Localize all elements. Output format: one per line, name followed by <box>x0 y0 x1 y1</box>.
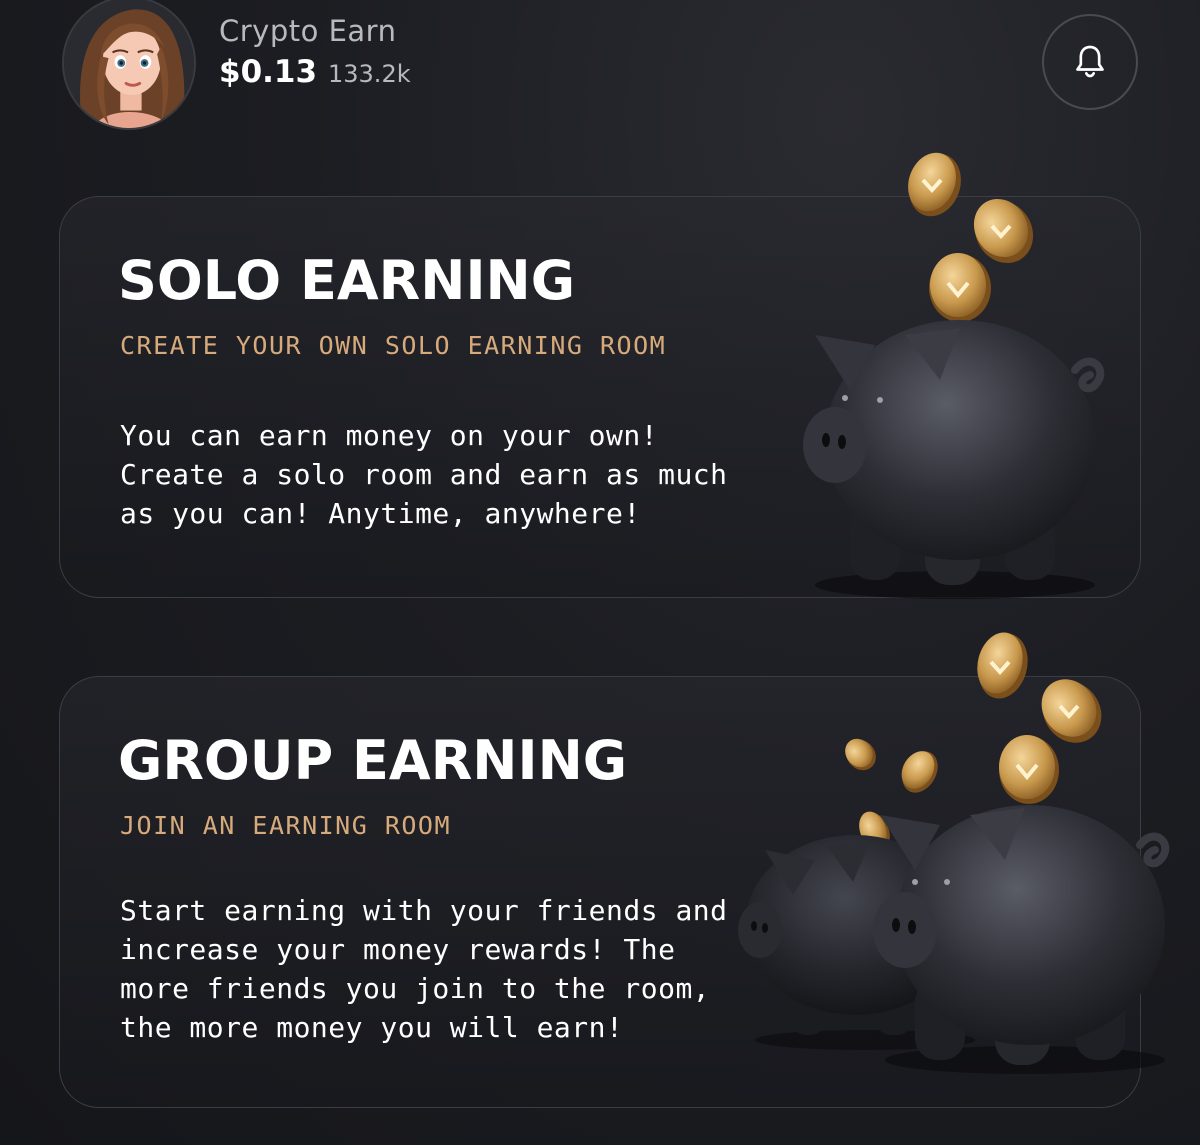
card-subtitle: CREATE YOUR OWN SOLO EARNING ROOM <box>120 331 667 360</box>
avatar[interactable] <box>62 0 196 130</box>
card-subtitle: JOIN AN EARNING ROOM <box>120 811 452 840</box>
card-description: You can earn money on your own! Create a… <box>120 419 728 530</box>
bell-icon <box>1076 45 1104 78</box>
app-header: Crypto Earn $0.13 133.2k <box>0 0 1200 150</box>
card-title: SOLO EARNING <box>118 249 576 312</box>
balance-amount: $0.13 <box>219 54 318 90</box>
card-description: Start earning with your friends and incr… <box>120 894 728 1044</box>
notifications-button[interactable] <box>1042 14 1138 110</box>
avatar-girl-icon <box>64 0 194 128</box>
group-earning-card[interactable]: GROUP EARNING JOIN AN EARNING ROOM Start… <box>59 676 1141 1108</box>
solo-earning-card[interactable]: SOLO EARNING CREATE YOUR OWN SOLO EARNIN… <box>59 196 1141 598</box>
points-count: 133.2k <box>328 60 411 88</box>
app-name: Crypto Earn <box>219 14 397 48</box>
card-title: GROUP EARNING <box>118 729 628 792</box>
